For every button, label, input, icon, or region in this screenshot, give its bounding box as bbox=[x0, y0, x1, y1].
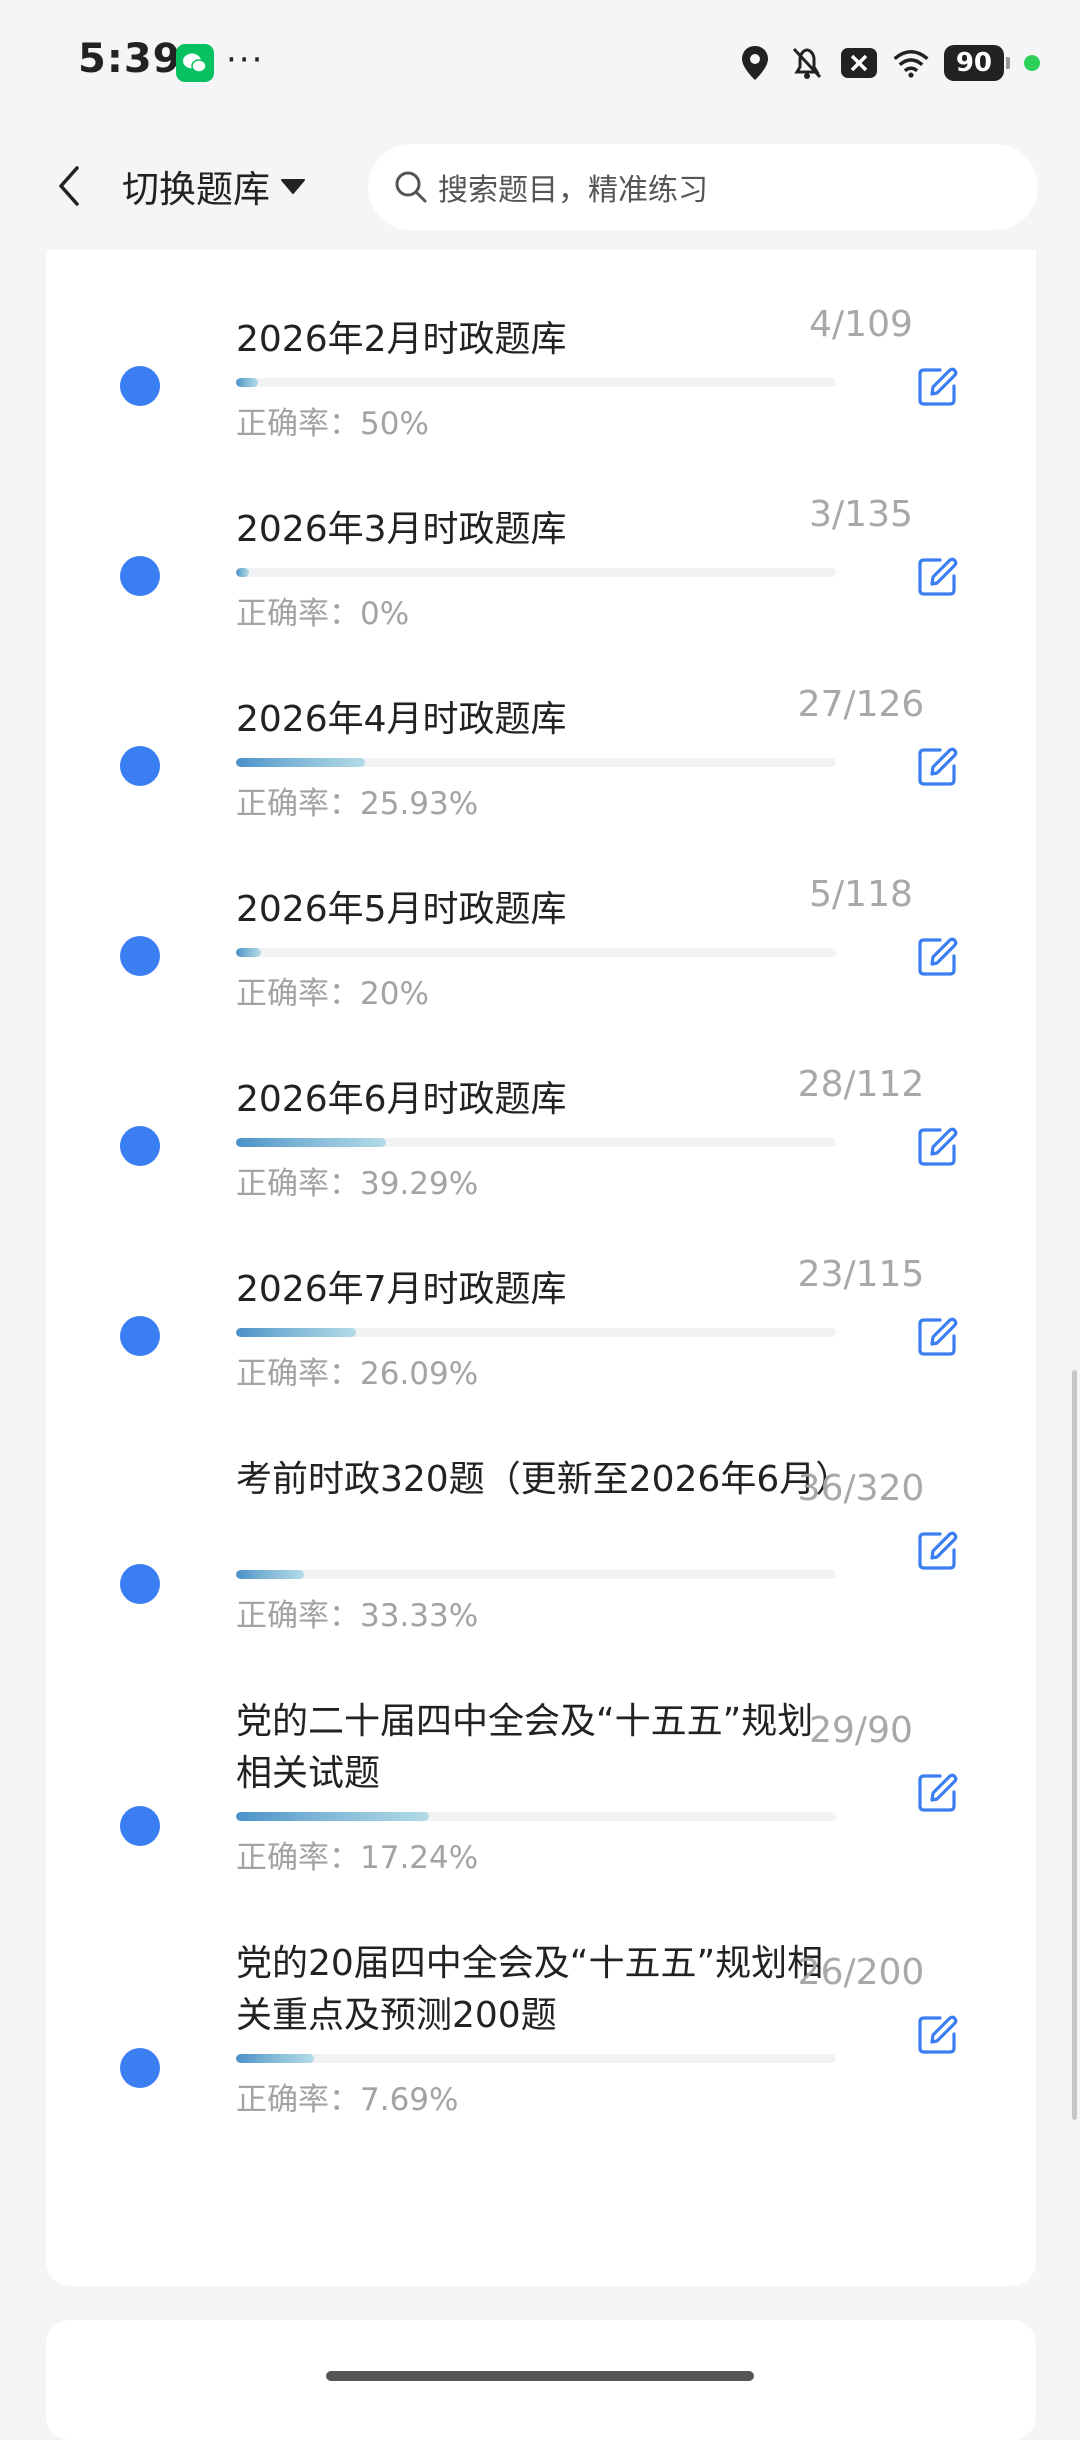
accuracy-text: 正确率：7.69% bbox=[236, 2082, 459, 2118]
edit-icon[interactable] bbox=[916, 1124, 960, 1168]
progress-fill bbox=[236, 1328, 356, 1337]
progress-track bbox=[236, 1812, 836, 1821]
privacy-indicator-dot bbox=[1024, 55, 1040, 71]
caret-down-icon bbox=[281, 179, 305, 194]
progress-fill bbox=[236, 948, 262, 957]
bell-off-icon bbox=[788, 44, 826, 82]
wifi-icon bbox=[892, 44, 930, 82]
question-bank-item[interactable]: 党的20届四中全会及“十五五”规划相关重点及预测200题 正确率：7.69% 2… bbox=[46, 1902, 1036, 2122]
answered-count: 36/320 bbox=[797, 1468, 925, 1509]
answered-count: 27/126 bbox=[797, 684, 925, 725]
progress-fill bbox=[236, 378, 259, 387]
location-icon bbox=[736, 44, 774, 82]
status-dot bbox=[120, 1316, 160, 1356]
status-dot bbox=[120, 1564, 160, 1604]
accuracy-text: 正确率：0% bbox=[236, 596, 410, 632]
question-bank-item[interactable]: 2026年3月时政题库 正确率：0% 3/135 bbox=[46, 468, 1036, 636]
chevron-left-icon bbox=[59, 166, 79, 206]
scrollbar[interactable] bbox=[1072, 1370, 1077, 2120]
accuracy-text: 正确率：33.33% bbox=[236, 1598, 479, 1634]
answered-count: 3/135 bbox=[809, 494, 913, 535]
progress-fill bbox=[236, 1570, 304, 1579]
answered-count: 5/118 bbox=[809, 874, 913, 915]
progress-track bbox=[236, 948, 836, 957]
answered-count: 23/115 bbox=[797, 1254, 925, 1295]
edit-icon[interactable] bbox=[916, 1528, 960, 1572]
more-notifications-icon: ··· bbox=[226, 40, 265, 80]
question-bank-item[interactable]: 考前时政320题（更新至2026年6月） 正确率：33.33% 36/320 bbox=[46, 1418, 1036, 1638]
battery-icon: 90 bbox=[943, 45, 1011, 81]
progress-fill bbox=[236, 1812, 430, 1821]
status-bar: 5:39 ··· 90 bbox=[0, 0, 1080, 126]
status-dot bbox=[120, 366, 160, 406]
progress-track bbox=[236, 1328, 836, 1337]
accuracy-text: 正确率：39.29% bbox=[236, 1166, 479, 1202]
answered-count: 28/112 bbox=[797, 1064, 925, 1105]
progress-track bbox=[236, 2054, 836, 2063]
progress-track bbox=[236, 1570, 836, 1579]
progress-track bbox=[236, 758, 836, 767]
progress-fill bbox=[236, 758, 365, 767]
search-input[interactable]: 搜索题目，精准练习 bbox=[368, 144, 1038, 230]
status-dot bbox=[120, 746, 160, 786]
edit-icon[interactable] bbox=[916, 1770, 960, 1814]
status-dot bbox=[120, 2048, 160, 2088]
progress-track bbox=[236, 1138, 836, 1147]
progress-fill bbox=[236, 1138, 386, 1147]
progress-track bbox=[236, 568, 836, 577]
status-dot bbox=[120, 1126, 160, 1166]
status-dot bbox=[120, 936, 160, 976]
wechat-icon bbox=[176, 44, 214, 82]
app-header: 切换题库 搜索题目，精准练习 bbox=[0, 126, 1080, 250]
answered-count: 29/90 bbox=[809, 1710, 913, 1751]
progress-fill bbox=[236, 568, 250, 577]
progress-track bbox=[236, 378, 836, 387]
answered-count: 4/109 bbox=[809, 304, 913, 345]
edit-icon[interactable] bbox=[916, 364, 960, 408]
question-bank-item[interactable]: 2026年2月时政题库 正确率：50% 4/109 bbox=[46, 278, 1036, 446]
search-icon bbox=[395, 171, 427, 203]
back-button[interactable] bbox=[40, 156, 100, 216]
switch-question-bank-button[interactable]: 切换题库 bbox=[122, 156, 306, 216]
question-bank-item[interactable]: 2026年5月时政题库 正确率：20% 5/118 bbox=[46, 848, 1036, 1016]
question-bank-item[interactable]: 2026年4月时政题库 正确率：25.93% 27/126 bbox=[46, 658, 1036, 826]
question-bank-item[interactable]: 2026年6月时政题库 正确率：39.29% 28/112 bbox=[46, 1038, 1036, 1206]
status-dot bbox=[120, 1806, 160, 1846]
question-bank-item[interactable]: 2026年7月时政题库 正确率：26.09% 23/115 bbox=[46, 1228, 1036, 1396]
accuracy-text: 正确率：25.93% bbox=[236, 786, 479, 822]
search-placeholder: 搜索题目，精准练习 bbox=[438, 173, 708, 208]
progress-fill bbox=[236, 2054, 314, 2063]
edit-icon[interactable] bbox=[916, 1314, 960, 1358]
edit-icon[interactable] bbox=[916, 934, 960, 978]
switch-question-bank-label: 切换题库 bbox=[122, 168, 270, 211]
answered-count: 26/200 bbox=[797, 1952, 925, 1993]
accuracy-text: 正确率：17.24% bbox=[236, 1840, 479, 1876]
close-notify-icon bbox=[840, 44, 878, 82]
edit-icon[interactable] bbox=[916, 2012, 960, 2056]
accuracy-text: 正确率：50% bbox=[236, 406, 429, 442]
edit-icon[interactable] bbox=[916, 554, 960, 598]
home-indicator[interactable] bbox=[326, 2371, 754, 2381]
accuracy-text: 正确率：26.09% bbox=[236, 1356, 479, 1392]
accuracy-text: 正确率：20% bbox=[236, 976, 429, 1012]
edit-icon[interactable] bbox=[916, 744, 960, 788]
question-bank-list-card: 2026年1月时政题库 正确率：36.36% 11/150 2026年2月时政题… bbox=[46, 160, 1036, 2286]
status-icons: 90 bbox=[736, 42, 1040, 84]
status-time: 5:39 bbox=[78, 36, 182, 82]
status-dot bbox=[120, 556, 160, 596]
question-bank-item[interactable]: 党的二十届四中全会及“十五五”规划相关试题 正确率：17.24% 29/90 bbox=[46, 1660, 1036, 1880]
